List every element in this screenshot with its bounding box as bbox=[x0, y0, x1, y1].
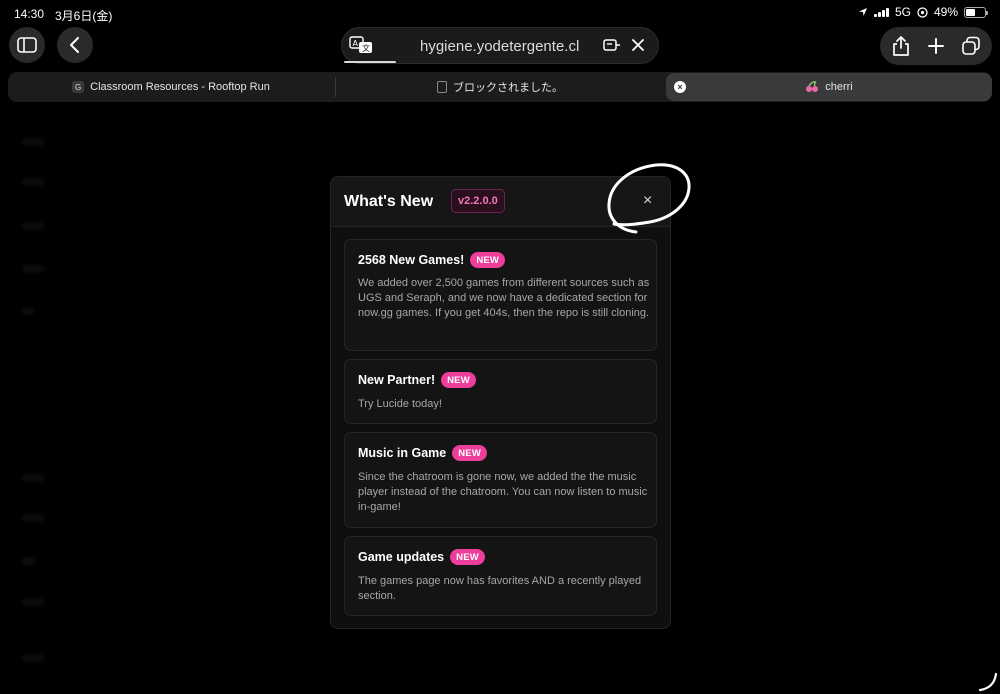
version-badge: v2.2.0.0 bbox=[451, 189, 505, 213]
new-badge: NEW bbox=[450, 549, 485, 565]
update-body: Since the chatroom is gone now, we added… bbox=[358, 471, 648, 513]
resize-handle-icon bbox=[978, 672, 998, 692]
share-button[interactable] bbox=[885, 30, 917, 62]
translate-button[interactable]: A文 bbox=[348, 34, 374, 61]
screen: 14:30 3月6日(金) 5G 49% A文 hygiene.yodeterg… bbox=[0, 0, 1000, 694]
battery-icon bbox=[964, 6, 988, 18]
update-title-row: Music in Game NEW bbox=[358, 445, 487, 461]
cherry-favicon-icon bbox=[806, 81, 819, 92]
translate-icon: A文 bbox=[349, 36, 372, 53]
tab-overview-button[interactable] bbox=[955, 30, 987, 62]
status-right: 5G 49% bbox=[858, 5, 988, 19]
document-icon bbox=[437, 81, 447, 93]
background-ghost-text bbox=[22, 654, 44, 662]
whats-new-modal: What's New v2.2.0.0 × 2568 New Games! NE… bbox=[330, 176, 671, 629]
address-bar[interactable]: A文 hygiene.yodetergente.cl bbox=[341, 27, 659, 64]
update-title-row: 2568 New Games! NEW bbox=[358, 252, 506, 268]
battery-percent: 49% bbox=[933, 5, 958, 19]
status-bar: 14:30 3月6日(金) 5G 49% bbox=[0, 0, 1000, 26]
cellular-signal-icon bbox=[873, 7, 889, 17]
sidebar-icon bbox=[17, 37, 37, 53]
chevron-left-icon bbox=[70, 37, 79, 53]
sidebar-toggle-button[interactable] bbox=[9, 27, 45, 63]
tab-favicon: G bbox=[72, 81, 85, 93]
update-body: The games page now has favorites AND a r… bbox=[358, 575, 642, 602]
plus-icon bbox=[928, 38, 944, 54]
update-card: New Partner! NEW Try Lucide today! bbox=[344, 359, 657, 424]
tabs-icon bbox=[961, 36, 980, 55]
tab-label: cherri bbox=[825, 81, 853, 93]
update-card: 2568 New Games! NEW We added over 2,500 … bbox=[344, 239, 657, 351]
back-button[interactable] bbox=[57, 27, 93, 63]
share-icon bbox=[893, 36, 910, 56]
tab-close-button[interactable]: × bbox=[674, 81, 686, 93]
svg-text:A: A bbox=[353, 39, 359, 48]
new-badge: NEW bbox=[441, 372, 476, 388]
background-ghost-text bbox=[22, 307, 34, 315]
background-ghost-text bbox=[22, 178, 44, 186]
toolbar-right-group bbox=[880, 27, 992, 65]
background-ghost-text bbox=[22, 265, 44, 273]
handdrawn-circle-annotation bbox=[607, 163, 691, 234]
tab-classroom-resources[interactable]: G Classroom Resources - Rooftop Run bbox=[8, 72, 334, 102]
svg-text:文: 文 bbox=[362, 43, 370, 53]
location-arrow-icon bbox=[858, 8, 867, 16]
tab-label: ブロックされました。 bbox=[453, 82, 563, 94]
background-ghost-text bbox=[22, 598, 44, 606]
update-card: Game updates NEW The games page now has … bbox=[344, 536, 657, 616]
tab-bar: G Classroom Resources - Rooftop Run ブロック… bbox=[8, 72, 992, 102]
update-title: Game updates bbox=[358, 550, 445, 564]
update-title: New Partner! bbox=[358, 373, 436, 387]
focus-mode-icon bbox=[917, 6, 928, 18]
stop-loading-button[interactable] bbox=[630, 37, 646, 58]
background-ghost-text bbox=[22, 557, 36, 565]
background-ghost-text bbox=[22, 514, 44, 522]
update-title: 2568 New Games! bbox=[358, 253, 465, 267]
modal-title: What's New bbox=[344, 193, 434, 210]
network-type: 5G bbox=[894, 5, 911, 19]
update-body: We added over 2,500 games from different… bbox=[358, 277, 650, 319]
new-badge: NEW bbox=[470, 252, 506, 268]
page-load-progress bbox=[344, 61, 396, 63]
close-icon bbox=[632, 39, 644, 51]
url-text[interactable]: hygiene.yodetergente.cl bbox=[420, 38, 579, 55]
background-ghost-text bbox=[22, 138, 44, 146]
tab-label: Classroom Resources - Rooftop Run bbox=[90, 81, 270, 93]
update-card: Music in Game NEW Since the chatroom is … bbox=[344, 432, 657, 528]
status-time: 14:30 bbox=[14, 7, 45, 21]
update-title: Music in Game bbox=[358, 446, 447, 460]
background-ghost-text bbox=[22, 222, 44, 230]
battery-fill bbox=[966, 8, 975, 16]
tab-blocked[interactable]: ブロックされました。 bbox=[336, 72, 664, 102]
update-body: Try Lucide today! bbox=[358, 398, 442, 410]
new-tab-button[interactable] bbox=[920, 30, 952, 62]
update-title-row: Game updates NEW bbox=[358, 549, 485, 565]
page-menu-button[interactable] bbox=[602, 37, 622, 58]
page-menu-icon bbox=[603, 39, 620, 51]
update-title-row: New Partner! NEW bbox=[358, 372, 476, 388]
status-date: 3月6日(金) bbox=[55, 9, 113, 23]
background-ghost-text bbox=[22, 474, 44, 482]
tab-cherri[interactable]: × cherri bbox=[666, 73, 992, 101]
new-badge: NEW bbox=[452, 445, 487, 461]
